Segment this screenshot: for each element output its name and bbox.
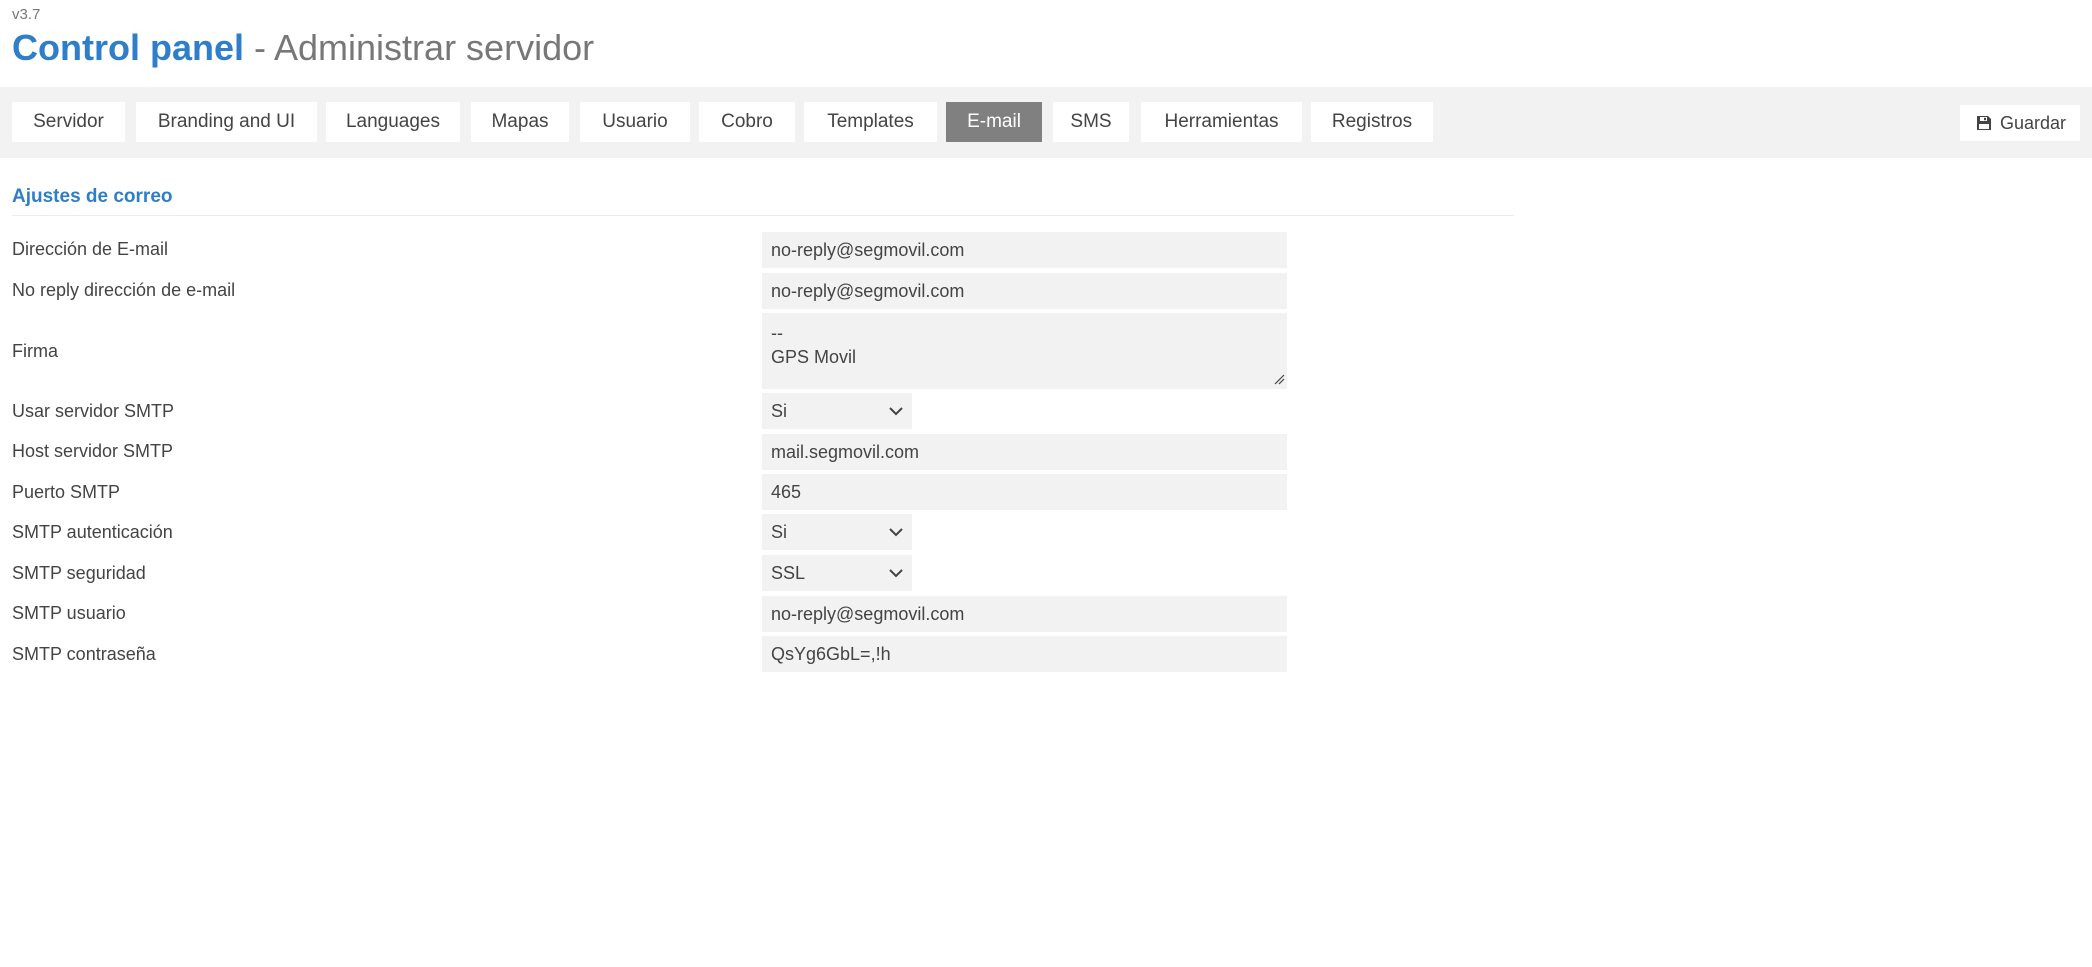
tab-sms[interactable]: SMS	[1053, 102, 1129, 142]
floppy-disk-icon	[1977, 116, 1991, 130]
section-divider	[12, 215, 1514, 216]
save-button[interactable]: Guardar	[1960, 105, 2080, 141]
chevron-down-icon	[889, 528, 903, 537]
smtp-user-label: SMTP usuario	[12, 603, 126, 623]
save-button-label: Guardar	[2000, 113, 2067, 133]
tab-registros[interactable]: Registros	[1311, 102, 1433, 142]
smtp-password-label: SMTP contraseña	[12, 644, 156, 664]
tab-branding-and-ui[interactable]: Branding and UI	[136, 102, 317, 142]
use-smtp-select[interactable]: Si	[762, 393, 912, 429]
smtp-security-label: SMTP seguridad	[12, 563, 146, 583]
tab-e-mail[interactable]: E-mail	[946, 102, 1042, 142]
tab-servidor[interactable]: Servidor	[12, 102, 125, 142]
signature-label: Firma	[12, 341, 58, 361]
tab-templates[interactable]: Templates	[804, 102, 937, 142]
smtp-auth-value: Si	[771, 522, 788, 542]
page-title-main: Control panel	[12, 27, 244, 68]
noreply-address-label: No reply dirección de e-mail	[12, 280, 236, 300]
use-smtp-label: Usar servidor SMTP	[12, 401, 175, 421]
email-address-field[interactable]	[762, 232, 1287, 268]
smtp-security-value: SSL	[771, 563, 806, 583]
smtp-host-field[interactable]	[762, 434, 1287, 470]
signature-textarea[interactable]	[762, 313, 1287, 389]
smtp-password-field[interactable]	[762, 636, 1287, 672]
smtp-security-select[interactable]: SSL	[762, 555, 912, 591]
smtp-user-field[interactable]	[762, 596, 1287, 632]
tab-cobro[interactable]: Cobro	[699, 102, 795, 142]
chevron-down-icon	[889, 569, 903, 578]
smtp-port-label: Puerto SMTP	[12, 482, 121, 502]
tab-herramientas[interactable]: Herramientas	[1141, 102, 1302, 142]
page-title-subtitle: Administrar servidor	[274, 27, 595, 68]
smtp-auth-label: SMTP autenticación	[12, 522, 173, 542]
email-address-label: Dirección de E-mail	[12, 239, 169, 259]
tab-usuario[interactable]: Usuario	[580, 102, 690, 142]
noreply-address-field[interactable]	[762, 273, 1287, 309]
smtp-host-label: Host servidor SMTP	[12, 441, 174, 461]
page-header: v3.7 Control panel - Administrar servido…	[12, 6, 594, 68]
tab-languages[interactable]: Languages	[326, 102, 460, 142]
tab-bar: Servidor Branding and UI Languages Mapas…	[0, 87, 2092, 158]
tab-mapas[interactable]: Mapas	[471, 102, 569, 142]
resize-grip-icon[interactable]	[1273, 373, 1285, 385]
smtp-auth-select[interactable]: Si	[762, 514, 912, 550]
chevron-down-icon	[889, 407, 903, 416]
page-title-separator: -	[244, 27, 275, 68]
smtp-port-field[interactable]	[762, 474, 1287, 510]
use-smtp-value: Si	[771, 401, 788, 421]
version-label: v3.7	[12, 6, 41, 23]
section-title: Ajustes de correo	[12, 186, 173, 207]
page-title: Control panel - Administrar servidor	[12, 28, 594, 68]
